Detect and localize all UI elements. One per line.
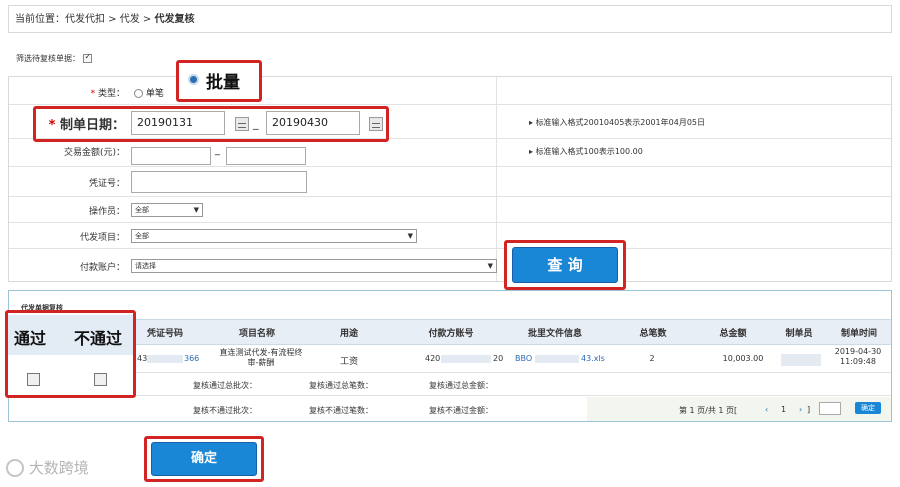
chevron-down-icon: ▼ xyxy=(487,262,493,270)
row-purpose: 工资 xyxy=(339,357,358,367)
amount-max-input[interactable] xyxy=(226,147,306,165)
amount-row: 交易金额(元)： _ ▸ 标准输入格式100表示100.00 xyxy=(9,139,891,167)
prev-page-icon[interactable]: ‹ xyxy=(765,405,768,414)
pager: 第 1 页/共 1 页[ ‹ 1 › ] 确定 xyxy=(587,397,891,421)
row-creator xyxy=(781,354,821,366)
type-row: * 类型： 单笔 xyxy=(9,77,891,105)
current-page: 1 xyxy=(781,405,787,414)
voucher-input[interactable] xyxy=(131,171,307,193)
watermark: 大数跨境 xyxy=(6,457,89,478)
operator-row: 操作员： 全部 ▼ xyxy=(9,197,891,223)
summary-pass-row: 复核通过总批次： 复核通过总笔数： 复核通过总金额： xyxy=(9,373,891,396)
col-fail: 不通过 xyxy=(74,329,123,348)
pass-fail-header: 通过 不通过 xyxy=(8,315,133,355)
row-date: 2019-04-30 xyxy=(834,347,882,356)
project-row: 代发项目： 全部 ▼ xyxy=(9,223,891,249)
chevron-down-icon: ▼ xyxy=(193,206,199,214)
breadcrumb-current: 代发复核 xyxy=(154,14,195,25)
project-select[interactable]: 全部 ▼ xyxy=(131,229,417,243)
account-select[interactable]: 请选择 ▼ xyxy=(131,259,497,273)
col-creator: 制单员 xyxy=(785,329,813,339)
filter-checkbox[interactable]: ✓ xyxy=(82,52,92,63)
required-mark: * xyxy=(90,89,96,99)
operator-select[interactable]: 全部 ▼ xyxy=(131,203,203,217)
query-button[interactable]: 查 询 xyxy=(512,247,618,283)
page-input[interactable] xyxy=(819,402,841,415)
voucher-label: 凭证号： xyxy=(88,179,125,189)
project-label: 代发项目： xyxy=(79,233,125,243)
amount-min-input[interactable] xyxy=(131,147,211,165)
amount-separator: _ xyxy=(215,145,220,156)
col-total-count: 总笔数 xyxy=(639,329,667,339)
filter-label: 筛选待复核单据： xyxy=(16,54,80,63)
col-payer: 付款方账号 xyxy=(428,329,474,339)
go-page-button[interactable]: 确定 xyxy=(855,402,881,414)
operator-label: 操作员： xyxy=(88,207,125,217)
pager-text: 第 1 页/共 1 页[ xyxy=(679,406,738,415)
col-total-amount: 总金额 xyxy=(719,329,747,339)
row-total-count: 2 xyxy=(649,354,655,363)
account-label: 付款账户： xyxy=(79,263,125,273)
col-project: 项目名称 xyxy=(238,329,275,339)
breadcrumb-path: 当前位置：代发代扣 > 代发 > xyxy=(15,14,155,25)
radio-icon xyxy=(134,89,143,98)
amount-label: 交易金额(元)： xyxy=(63,148,125,158)
date-hint: ▸ 标准输入格式20010405表示2001年04月05日 xyxy=(529,118,705,127)
redacted-mask xyxy=(535,355,579,363)
date-highlight xyxy=(33,106,389,142)
radio-single-label: 单笔 xyxy=(145,89,164,99)
batch-radio-highlight[interactable]: 批量 xyxy=(176,60,262,102)
row-time: 11:09:48 xyxy=(840,357,876,366)
radio-single[interactable]: 单笔 xyxy=(134,86,164,99)
redacted-mask xyxy=(147,355,183,363)
radio-batch-label: 批量 xyxy=(206,73,240,93)
next-page-icon[interactable]: › xyxy=(799,405,802,414)
logo-icon xyxy=(6,458,24,477)
amount-hint: ▸ 标准输入格式100表示100.00 xyxy=(529,147,643,156)
summary-fail-row: 复核不通过批次： 复核不通过笔数： 复核不通过金额： 第 1 页/共 1 页[ … xyxy=(9,396,891,422)
pager-close: ] xyxy=(807,405,811,414)
filter-row: 筛选待复核单据： ✓ xyxy=(16,52,92,64)
account-row: 付款账户： 请选择 ▼ xyxy=(9,249,891,283)
row-project: 直连测试代发-有流程终审-薪酬 xyxy=(219,348,303,367)
col-purpose: 用途 xyxy=(339,329,358,339)
fail-checkbox[interactable] xyxy=(94,373,107,386)
redacted-mask xyxy=(441,355,491,363)
confirm-button[interactable]: 确定 xyxy=(151,442,257,476)
col-voucher: 凭证号码 xyxy=(146,329,183,339)
col-created-at: 制单时间 xyxy=(840,329,877,339)
col-pass: 通过 xyxy=(14,329,47,348)
breadcrumb: 当前位置：代发代扣 > 代发 > 代发复核 xyxy=(8,5,892,33)
table-row[interactable]: 43 366 直连测试代发-有流程终审-薪酬 工资 420 20 BBO 43.… xyxy=(9,344,891,373)
row-total-amount: 10,003.00 xyxy=(722,354,764,363)
radio-selected-icon xyxy=(188,74,199,85)
col-batch-file: 批里文件信息 xyxy=(527,329,582,339)
chevron-down-icon: ▼ xyxy=(407,232,413,240)
type-label: 类型： xyxy=(97,89,125,99)
pass-checkbox[interactable] xyxy=(27,373,40,386)
voucher-row: 凭证号： xyxy=(9,167,891,197)
review-table: 代发单据复核 凭证号码 项目名称 用途 付款方账号 批里文件信息 总笔数 总金额… xyxy=(8,290,892,422)
check-icon: ✓ xyxy=(84,52,92,61)
table-header: 凭证号码 项目名称 用途 付款方账号 批里文件信息 总笔数 总金额 制单员 制单… xyxy=(9,319,891,345)
pass-fail-highlight: 通过 不通过 xyxy=(5,310,136,398)
